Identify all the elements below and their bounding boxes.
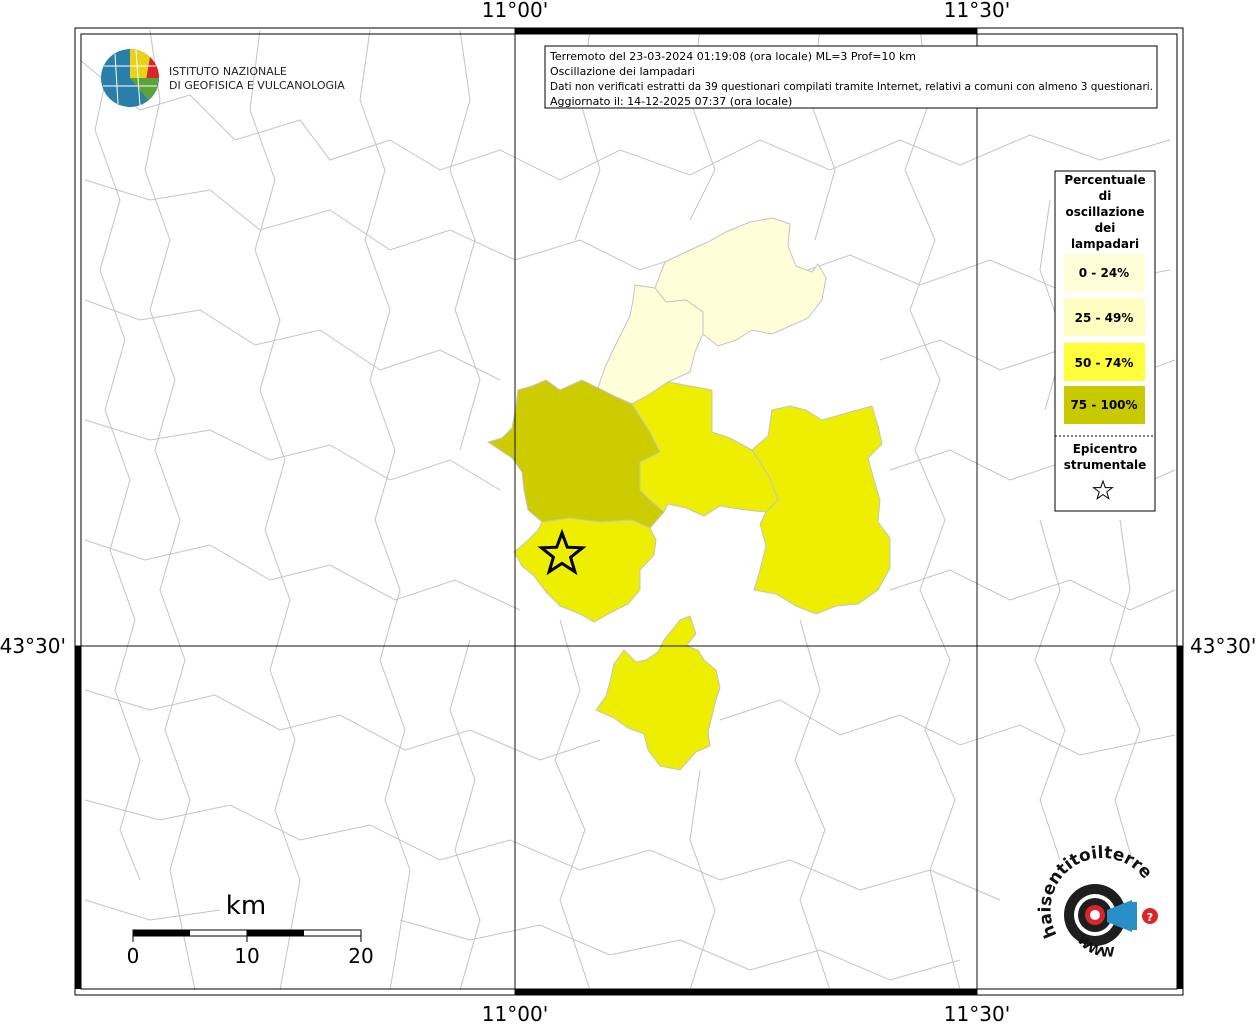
logo-line-2: DI GEOFISICA E VULCANOLOGIA — [169, 79, 345, 92]
logo-line-1: ISTITUTO NAZIONALE — [169, 65, 287, 78]
lat-label-right: 43°30' — [1190, 634, 1256, 658]
earthquake-map: 11°00' 11°30' 11°00' 11°30' 43°30' 43°30… — [0, 0, 1256, 1024]
comune-yellow-epicentre[interactable] — [513, 517, 657, 623]
info-line-3: Dati non verificati estratti da 39 quest… — [550, 80, 1153, 93]
lon-label-top-1: 11°00' — [482, 0, 548, 22]
legend-label-0: 0 - 24% — [1079, 266, 1129, 280]
comuni-colored — [486, 217, 891, 771]
info-line-4: Aggiornato il: 14-12-2025 07:37 (ora loc… — [550, 95, 792, 108]
legend-epicentre-2: strumentale — [1064, 458, 1147, 472]
svg-text:?: ? — [1147, 911, 1153, 924]
globe-icon — [101, 49, 159, 107]
info-line-1: Terremoto del 23-03-2024 01:19:08 (ora l… — [549, 50, 916, 63]
ingv-logo: ISTITUTO NAZIONALE DI GEOFISICA E VULCAN… — [101, 49, 345, 107]
legend-title-2: di — [1099, 189, 1112, 203]
info-box: Terremoto del 23-03-2024 01:19:08 (ora l… — [544, 45, 1158, 109]
comune-yellow-east[interactable] — [751, 405, 891, 615]
legend-title-1: Percentuale — [1064, 173, 1145, 187]
scale-tick-10: 10 — [234, 944, 259, 968]
lon-label-bottom-2: 11°30' — [944, 1002, 1010, 1024]
scale-tick-20: 20 — [348, 944, 373, 968]
scale-bar: km 0 10 20 — [127, 891, 374, 968]
legend-title-4: dei — [1095, 221, 1116, 235]
legend-epicentre-1: Epicentro — [1073, 442, 1138, 456]
comune-yellow-south[interactable] — [595, 615, 721, 771]
legend-title-3: oscillazione — [1066, 205, 1145, 219]
legend: Percentuale di oscillazione dei lampadar… — [1054, 170, 1156, 512]
legend-label-2: 50 - 74% — [1075, 356, 1134, 370]
scale-unit: km — [226, 891, 266, 921]
lon-label-top-2: 11°30' — [944, 0, 1010, 22]
lat-label-left: 43°30' — [0, 634, 66, 658]
legend-label-1: 25 - 49% — [1075, 311, 1134, 325]
scale-tick-0: 0 — [127, 944, 140, 968]
legend-label-3: 75 - 100% — [1070, 398, 1137, 412]
legend-title-5: lampadari — [1071, 237, 1139, 251]
info-line-2: Oscillazione dei lampadari — [550, 65, 695, 78]
lon-label-bottom-1: 11°00' — [482, 1002, 548, 1024]
